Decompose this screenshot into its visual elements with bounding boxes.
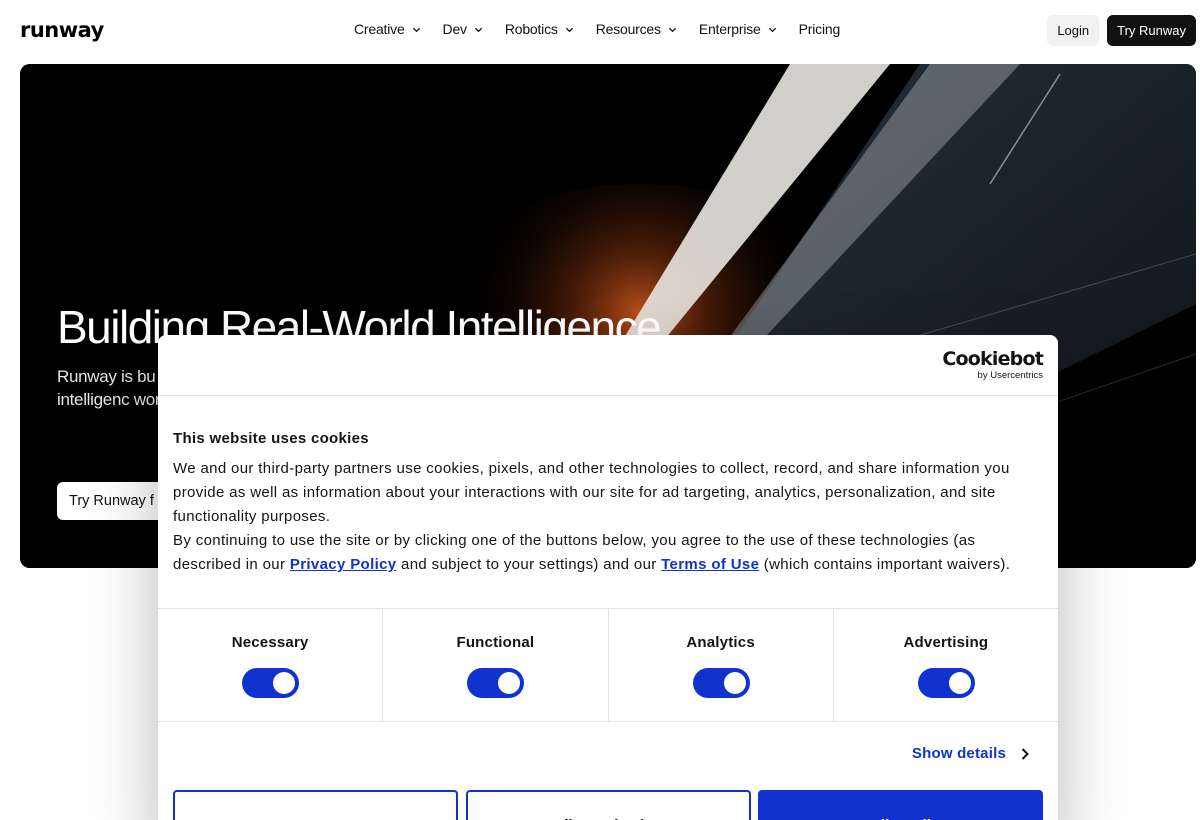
functional-toggle[interactable] — [467, 668, 525, 698]
main-menu: Creative Dev Robotics Resources Enterpri… — [354, 21, 862, 37]
menu-item-label: Robotics — [504, 21, 558, 37]
allow-selection-button[interactable]: Allow selection — [465, 790, 751, 820]
menu-item-resources[interactable]: Resources — [596, 21, 677, 37]
menu-item-robotics[interactable]: Robotics — [505, 21, 574, 37]
cookiebot-brand-sub: by Usercentrics — [977, 370, 1043, 381]
chevron-down-icon — [668, 27, 676, 32]
chevron-down-icon — [565, 27, 573, 32]
category-necessary: Necessary — [158, 609, 384, 721]
cookiebot-logo: Cookiebot by Usercentrics — [942, 349, 1043, 381]
login-button[interactable]: Login — [1047, 15, 1100, 46]
terms-of-use-link[interactable]: Terms of Use — [661, 556, 759, 573]
menu-item-pricing[interactable]: Pricing — [798, 21, 841, 37]
cookie-paragraph-1: We and our third-party partners use cook… — [173, 460, 1010, 525]
hero-try-runway-button[interactable]: Try Runway f — [57, 482, 166, 520]
cookie-consent-dialog: Cookiebot by Usercentrics This website u… — [158, 335, 1058, 820]
necessary-toggle[interactable] — [242, 668, 300, 698]
cookie-paragraph-2-middle: and subject to your settings) and our — [396, 556, 662, 573]
privacy-policy-link[interactable]: Privacy Policy — [290, 556, 397, 573]
chevron-down-icon — [474, 27, 482, 32]
category-advertising: Advertising — [834, 609, 1058, 721]
cookie-paragraph-2-end: (which contains important waivers). — [759, 556, 1011, 573]
toggle-knob — [948, 672, 971, 694]
category-functional: Functional — [383, 609, 609, 721]
chevron-down-icon — [412, 27, 420, 32]
category-label: Necessary — [231, 634, 309, 651]
nav-actions: Login Try Runway — [1047, 15, 1196, 46]
category-label: Analytics — [686, 634, 755, 651]
try-runway-button[interactable]: Try Runway — [1107, 15, 1196, 46]
cookie-dialog-header: Cookiebot by Usercentrics — [158, 335, 1058, 396]
cookie-categories: Necessary Functional Analytics Advertisi… — [158, 608, 1058, 722]
chevron-right-icon — [1021, 747, 1029, 760]
deny-button[interactable]: Deny — [173, 790, 458, 820]
cookie-dialog-buttons: Deny Allow selection Allow all — [173, 790, 1043, 820]
menu-item-label: Dev — [442, 21, 467, 37]
toggle-knob — [273, 672, 296, 694]
cookie-dialog-text: We and our third-party partners use cook… — [173, 457, 1043, 577]
menu-item-enterprise[interactable]: Enterprise — [699, 21, 777, 37]
advertising-toggle[interactable] — [917, 668, 975, 698]
cookiebot-brand-name: Cookiebot — [942, 348, 1043, 370]
runway-logo[interactable]: runway — [20, 18, 104, 42]
category-label: Advertising — [903, 634, 989, 651]
analytics-toggle[interactable] — [692, 668, 750, 698]
menu-item-label: Resources — [595, 21, 661, 37]
menu-item-dev[interactable]: Dev — [443, 21, 483, 37]
toggle-knob — [723, 672, 746, 694]
chevron-down-icon — [768, 27, 776, 32]
category-label: Functional — [456, 634, 535, 651]
allow-all-button[interactable]: Allow all — [758, 790, 1043, 820]
top-navigation: runway Creative Dev Robotics Resources E… — [0, 0, 1200, 62]
category-analytics: Analytics — [609, 609, 834, 721]
toggle-knob — [498, 672, 521, 694]
cookie-paragraph-2: By continuing to use the site or by clic… — [173, 529, 1043, 577]
show-details-link[interactable]: Show details — [912, 745, 1030, 762]
menu-item-creative[interactable]: Creative — [354, 21, 421, 37]
menu-item-label: Pricing — [798, 21, 841, 37]
menu-item-label: Creative — [354, 21, 405, 37]
menu-item-label: Enterprise — [698, 21, 761, 37]
show-details-label: Show details — [911, 745, 1006, 762]
cookie-dialog-title: This website uses cookies — [173, 430, 369, 447]
